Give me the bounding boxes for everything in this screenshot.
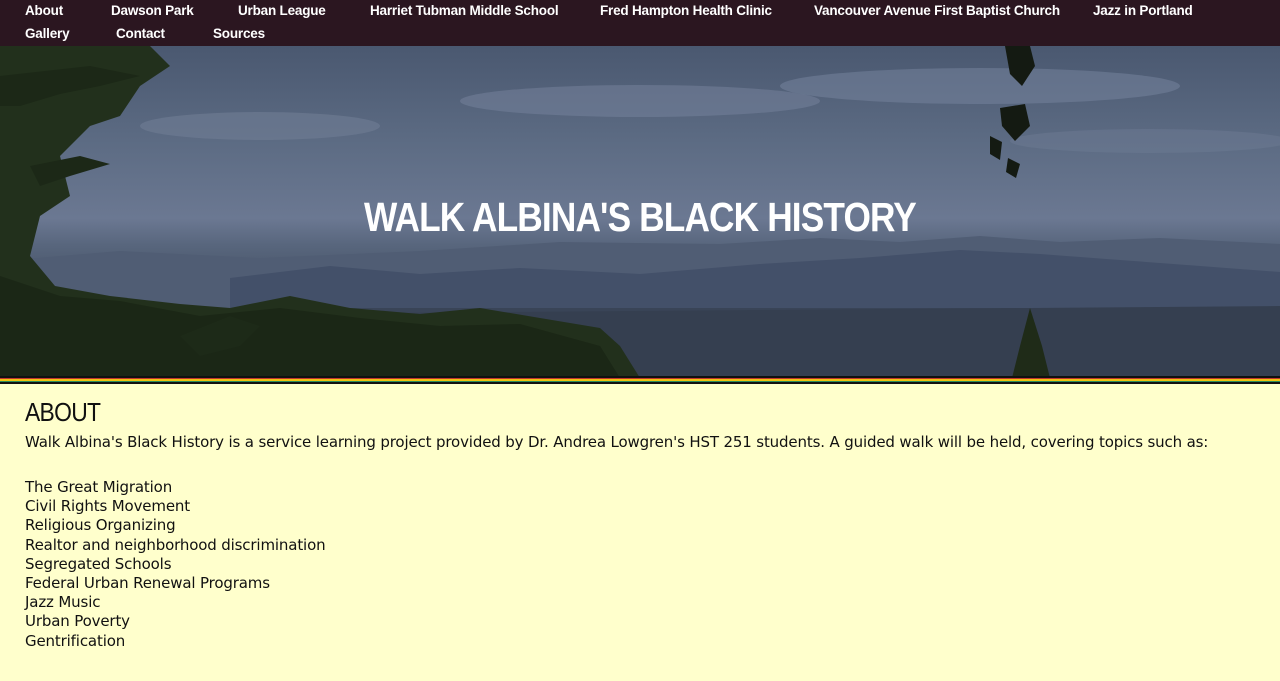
nav-item-harriet-tubman-middle-school[interactable]: Harriet Tubman Middle School — [370, 0, 559, 22]
main-navigation: About Dawson Park Urban League Harriet T… — [0, 0, 1280, 46]
nav-item-sources[interactable]: Sources — [213, 23, 265, 45]
nav-item-about[interactable]: About — [25, 0, 63, 22]
decorative-stripes — [0, 376, 1280, 385]
hero-banner: WALK ALBINA'S BLACK HISTORY — [0, 46, 1280, 378]
topic-item: Jazz Music — [25, 593, 101, 612]
nav-item-vancouver-avenue-first-baptist-church[interactable]: Vancouver Avenue First Baptist Church — [814, 0, 1060, 22]
topic-item: Federal Urban Renewal Programs — [25, 574, 270, 593]
topic-item: The Great Migration — [25, 478, 173, 496]
about-intro: Walk Albina's Black History is a service… — [25, 433, 1209, 451]
main-content: ABOUT Walk Albina's Black History is a s… — [25, 396, 1255, 651]
topic-item: Gentrification — [25, 631, 126, 650]
nav-item-urban-league[interactable]: Urban League — [238, 0, 326, 22]
nav-item-contact[interactable]: Contact — [116, 23, 165, 45]
nav-item-jazz-in-portland[interactable]: Jazz in Portland — [1093, 0, 1193, 22]
topic-item: Urban Poverty — [25, 612, 130, 631]
topic-item: Civil Rights Movement — [25, 497, 191, 516]
nav-item-gallery[interactable]: Gallery — [25, 23, 70, 45]
nav-item-fred-hampton-health-clinic[interactable]: Fred Hampton Health Clinic — [600, 0, 772, 22]
site-title: WALK ALBINA'S BLACK HISTORY — [364, 194, 917, 240]
about-heading: ABOUT — [25, 397, 101, 427]
topic-item: Realtor and neighborhood discrimination — [25, 535, 326, 554]
topic-item: Segregated Schools — [25, 554, 172, 573]
nav-item-dawson-park[interactable]: Dawson Park — [111, 0, 194, 22]
stripe-black-bottom — [0, 382, 1280, 384]
topics-list: The Great Migration Civil Rights Movemen… — [25, 478, 1255, 651]
topic-item: Religious Organizing — [25, 516, 176, 535]
